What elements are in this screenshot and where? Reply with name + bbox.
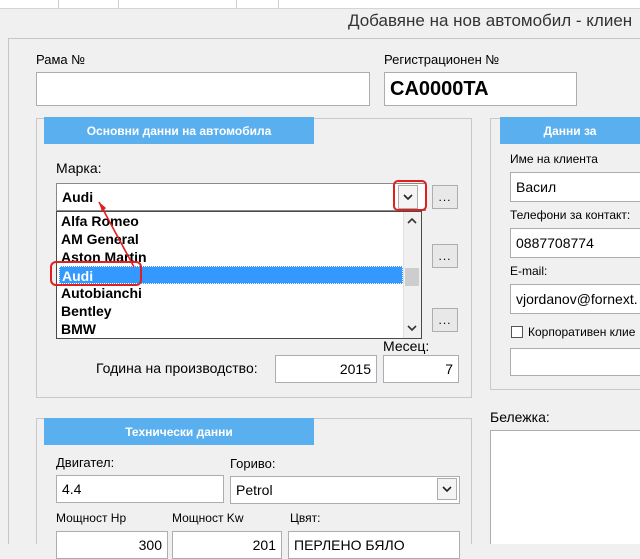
power-kw-label: Мощност Kw — [172, 511, 244, 525]
engine-input[interactable]: 4.4 — [56, 475, 224, 503]
fuel-value: Petrol — [236, 482, 273, 498]
phone-label: Телефони за контакт: — [510, 208, 631, 222]
corporate-checkbox[interactable] — [511, 326, 523, 338]
corporate-label: Корпоративен клие — [528, 325, 636, 339]
color-label: Цвят: — [290, 511, 321, 525]
year-input[interactable]: 2015 — [275, 355, 377, 383]
client-name-label: Име на клиента — [510, 152, 598, 166]
color-input[interactable]: ПЕРЛЕНО БЯЛО — [288, 531, 460, 559]
client-data-header: Данни за — [500, 117, 640, 144]
corporate-input[interactable] — [510, 348, 640, 376]
fuel-dropdown-button[interactable] — [437, 478, 457, 500]
phone-input[interactable]: 0887708774 — [510, 228, 640, 258]
technical-data-header: Технически данни — [44, 418, 314, 445]
chevron-down-icon — [442, 485, 452, 492]
power-kw-input[interactable]: 201 — [172, 531, 282, 559]
fuel-combobox[interactable]: Petrol — [230, 476, 460, 504]
email-input[interactable]: vjordanov@fornext. — [510, 284, 640, 314]
year-label: Година на производство: — [96, 360, 258, 376]
note-textarea[interactable] — [490, 430, 640, 544]
month-label: Месец: — [383, 338, 430, 354]
engine-label: Двигател: — [56, 455, 115, 470]
note-label: Бележка: — [490, 409, 550, 425]
client-name-input[interactable]: Васил — [510, 172, 640, 202]
fuel-label: Гориво: — [230, 456, 276, 471]
power-hp-input[interactable]: 300 — [56, 531, 168, 559]
power-hp-label: Мощност Hp — [56, 511, 127, 525]
month-input[interactable]: 7 — [383, 355, 459, 383]
email-label: E-mail: — [510, 264, 548, 278]
